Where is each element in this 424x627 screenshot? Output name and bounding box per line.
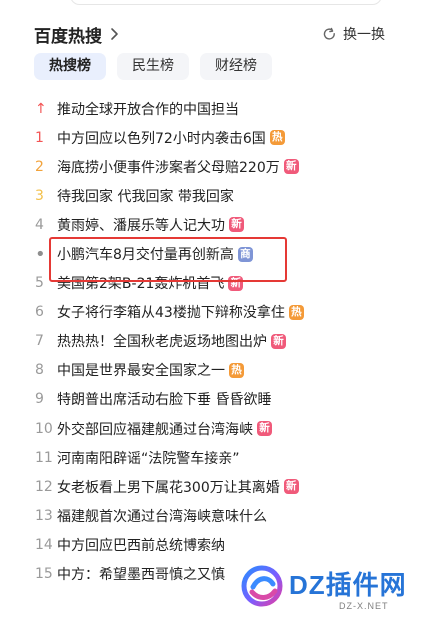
new-badge: 新 xyxy=(271,333,286,349)
new-badge: 新 xyxy=(229,217,244,233)
new-badge: 新 xyxy=(257,421,272,437)
tab-finance[interactable]: 财经榜 xyxy=(200,53,272,80)
business-badge: 商 xyxy=(237,246,253,262)
hot-search-item[interactable]: 10 外交部回应福建舰通过台湾海峡 新 xyxy=(27,414,397,443)
hot-search-item-title[interactable]: 女老板看上男下属花300万让其离婚 xyxy=(57,477,280,497)
new-badge: 新 xyxy=(228,275,244,291)
hot-search-item-title[interactable]: 外交部回应福建舰通过台湾海峡 xyxy=(57,419,253,439)
hot-search-item-title[interactable]: 中方回应以色列72小时内袭击6国 xyxy=(57,128,266,148)
chevron-right-icon xyxy=(111,28,118,40)
tab-livelihood[interactable]: 民生榜 xyxy=(117,53,189,80)
rank-number: 10 xyxy=(35,420,53,437)
sponsored-search-item[interactable]: • 小鹏汽车8月交付量再创新高 商 xyxy=(27,239,397,268)
hot-search-item-title[interactable]: 女子将行李箱从43楼抛下辩称没拿住 xyxy=(57,302,285,322)
hot-search-item-title[interactable]: 待我回家 代我回家 带我回家 xyxy=(57,186,234,206)
hot-search-item-title[interactable]: 中国是世界最安全国家之一 xyxy=(57,360,225,380)
rank-number: 4 xyxy=(35,216,44,233)
hot-search-list: ↑ 推动全球开放合作的中国担当 1 中方回应以色列72小时内袭击6国 热 2 海… xyxy=(27,94,397,589)
hot-search-item[interactable]: ↑ 推动全球开放合作的中国担当 xyxy=(27,94,397,123)
hot-search-item-title[interactable]: 小鹏汽车8月交付量再创新高 xyxy=(57,244,234,264)
hot-search-item[interactable]: 12 女老板看上男下属花300万让其离婚 新 xyxy=(27,472,397,501)
hot-search-item-title[interactable]: 热热热！全国秋老虎返场地图出炉 xyxy=(57,331,267,351)
hot-search-item-title[interactable]: 海底捞小便事件涉案者父母赔220万 xyxy=(57,157,280,177)
rank-number: 5 xyxy=(35,275,44,292)
rank-number: 11 xyxy=(35,449,53,466)
hot-search-item-title[interactable]: 推动全球开放合作的中国担当 xyxy=(57,99,239,119)
rank-number: 12 xyxy=(35,478,53,495)
hot-search-item[interactable]: 5 美国第2架B-21轰炸机首飞 新 xyxy=(27,269,397,298)
hot-search-item[interactable]: 11 河南南阳辟谣“法院警车接亲” xyxy=(27,443,397,472)
rank-number: 8 xyxy=(35,362,44,379)
rank-number: 6 xyxy=(35,304,44,321)
rank-number: 13 xyxy=(35,507,53,524)
baidu-hot-search-screen: 百度热搜 换一换 热搜榜 民生榜 财经榜 ↑ 推动全球开放合作的中国担当 1 中… xyxy=(0,0,424,627)
rank-number: 1 xyxy=(35,129,44,146)
rank-number: 15 xyxy=(35,566,53,583)
hot-search-item[interactable]: 14 中方回应巴西前总统博索纳 xyxy=(27,530,397,559)
hot-search-item[interactable]: 7 热热热！全国秋老虎返场地图出炉 新 xyxy=(27,327,397,356)
hot-search-item[interactable]: 13 福建舰首次通过台湾海峡意味什么 xyxy=(27,501,397,530)
rank-number: 2 xyxy=(35,158,44,175)
hot-search-item[interactable]: 3 待我回家 代我回家 带我回家 xyxy=(27,181,397,210)
hot-search-item-title[interactable]: 中方：希望墨西哥慎之又慎 xyxy=(57,564,225,584)
sponsored-dot-icon: • xyxy=(35,243,46,265)
hot-search-item-title[interactable]: 美国第2架B-21轰炸机首飞 xyxy=(57,273,224,293)
rank-number: 9 xyxy=(35,391,44,408)
hot-list-tabs: 热搜榜 民生榜 财经榜 xyxy=(34,53,272,80)
hot-search-item-title[interactable]: 特朗普出席活动右脸下垂 昏昏欲睡 xyxy=(57,389,271,409)
hot-badge: 热 xyxy=(269,130,285,146)
hot-search-item[interactable]: 9 特朗普出席活动右脸下垂 昏昏欲睡 xyxy=(27,385,397,414)
new-badge: 新 xyxy=(283,479,299,495)
hot-search-item[interactable]: 2 海底捞小便事件涉案者父母赔220万 新 xyxy=(27,152,397,181)
new-badge: 新 xyxy=(283,159,299,175)
hot-search-item[interactable]: 15 中方：希望墨西哥慎之又慎 xyxy=(27,560,397,589)
hot-badge: 热 xyxy=(229,362,244,378)
search-box-edge xyxy=(70,0,382,5)
hot-search-header: 百度热搜 换一换 xyxy=(34,21,388,47)
hot-search-item[interactable]: 1 中方回应以色列72小时内袭击6国 热 xyxy=(27,123,397,152)
rank-number: 7 xyxy=(35,333,44,350)
hot-search-item-title[interactable]: 福建舰首次通过台湾海峡意味什么 xyxy=(57,506,267,526)
watermark-domain: DZ-X.NET xyxy=(339,601,389,611)
hot-search-title: 百度热搜 xyxy=(34,26,102,47)
rank-number: 14 xyxy=(35,536,53,553)
hot-search-title-link[interactable]: 百度热搜 xyxy=(34,22,121,47)
tab-hot-search[interactable]: 热搜榜 xyxy=(34,53,106,80)
hot-search-item[interactable]: 6 女子将行李箱从43楼抛下辩称没拿住 热 xyxy=(27,298,397,327)
hot-search-item-title[interactable]: 中方回应巴西前总统博索纳 xyxy=(57,535,225,555)
hot-badge: 热 xyxy=(288,304,304,320)
refresh-icon xyxy=(323,27,335,40)
refresh-label: 换一换 xyxy=(343,27,385,43)
hot-search-item[interactable]: 8 中国是世界最安全国家之一 热 xyxy=(27,356,397,385)
refresh-button[interactable]: 换一换 xyxy=(322,23,385,45)
top-arrow-icon: ↑ xyxy=(35,100,47,117)
hot-search-item-title[interactable]: 河南南阳辟谣“法院警车接亲” xyxy=(57,448,240,468)
hot-search-item[interactable]: 4 黄雨婷、潘展乐等人记大功 新 xyxy=(27,210,397,239)
rank-number: 3 xyxy=(35,187,44,204)
hot-search-item-title[interactable]: 黄雨婷、潘展乐等人记大功 xyxy=(57,215,225,235)
